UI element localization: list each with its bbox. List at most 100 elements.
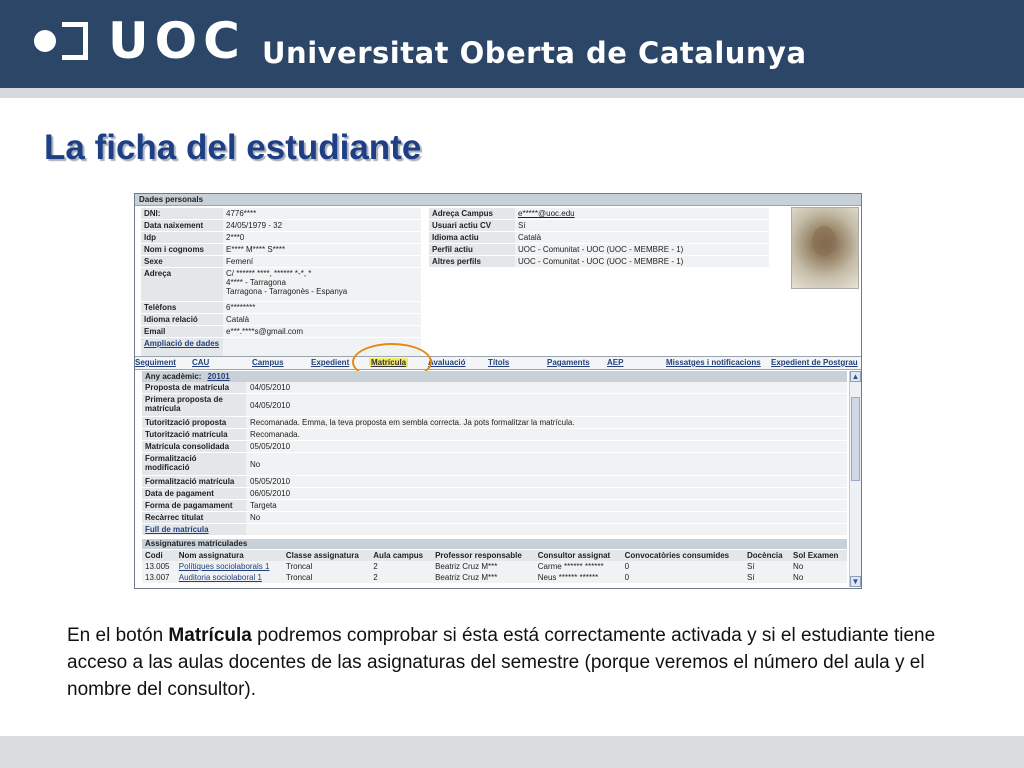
header-divider [0, 88, 1024, 98]
any-academic-value[interactable]: 20101 [207, 372, 229, 381]
tab-cau[interactable]: CAU [192, 358, 209, 367]
field-label: Proposta de matrícula [142, 382, 246, 393]
field-value: 04/05/2010 [246, 394, 847, 416]
field-value: Recomanada. Emma, la teva proposta em se… [246, 417, 847, 428]
uoc-logo-box [62, 22, 88, 60]
table-cell: Sí [744, 572, 791, 583]
assignatures-header: Assignatures matriculades [142, 539, 847, 549]
tab-expedient-de-postgrau[interactable]: Expedient de Postgrau [771, 358, 858, 367]
subject-link[interactable]: Auditoria sociolaboral 1 [175, 572, 283, 583]
field-value: e***.****s@gmail.com [223, 326, 421, 337]
field-label[interactable]: Full de matrícula [142, 524, 246, 535]
field-value: UOC - Comunitat - UOC (UOC - MEMBRE - 1) [515, 256, 769, 267]
matricula-row: Tutorització matrícula Recomanada. [142, 429, 847, 441]
slide-footer [0, 736, 1024, 768]
personal-data-row: Email e***.****s@gmail.com [141, 326, 421, 338]
field-label: Telèfons [141, 302, 223, 313]
matricula-row: Primera proposta de matrícula 04/05/2010 [142, 394, 847, 417]
table-cell: No [790, 561, 847, 572]
field-label: Nom i cognoms [141, 244, 223, 255]
personal-data-row: Idp 2***0 [141, 232, 421, 244]
personal-data-row: Telèfons 6******** [141, 302, 421, 314]
column-header: Docència [744, 550, 791, 561]
tab-campus[interactable]: Campus [252, 358, 284, 367]
column-header: Nom assignatura [175, 550, 283, 561]
field-value: 04/05/2010 [246, 382, 847, 393]
table-cell: Troncal [282, 561, 371, 572]
field-label: Formalització modificació [142, 453, 246, 475]
scroll-thumb[interactable] [851, 397, 860, 481]
matricula-row: Recàrrec titulat No [142, 512, 847, 524]
field-value: 05/05/2010 [246, 476, 847, 487]
personal-data-left: DNI: 4776**** Data naixement 24/05/1979 - 3… [141, 208, 421, 361]
scroll-down-icon[interactable]: ▼ [850, 576, 861, 587]
field-value: 06/05/2010 [246, 488, 847, 499]
field-value: 2***0 [223, 232, 421, 243]
field-label: Idioma relació [141, 314, 223, 325]
field-label: Sexe [141, 256, 223, 267]
field-label: Tutorització matrícula [142, 429, 246, 440]
field-value: 05/05/2010 [246, 441, 847, 452]
field-label: DNI: [141, 208, 223, 219]
matricula-row: Tutorització proposta Recomanada. Emma, l… [142, 417, 847, 429]
table-row: 13.005 Polítiques sociolaborals 1 Troncal 2… [142, 561, 847, 572]
caption-bold: Matrícula [168, 625, 252, 646]
uoc-institution-name: Universitat Oberta de Catalunya [262, 36, 807, 70]
column-header: Consultor assignat [534, 550, 622, 561]
table-cell: No [790, 572, 847, 583]
field-label: Perfil actiu [429, 244, 515, 255]
field-value: No [246, 512, 847, 523]
field-label: Data de pagament [142, 488, 246, 499]
any-academic-label: Any acadèmic: [145, 372, 202, 381]
matricula-row: Formalització matrícula 05/05/2010 [142, 476, 847, 488]
tab-expedient[interactable]: Expedient [311, 358, 349, 367]
field-value: Femení [223, 256, 421, 267]
campus-data-row: Adreça Campus e*****@uoc.edu [429, 208, 769, 220]
personal-data-row: DNI: 4776**** [141, 208, 421, 220]
tab-missatges-i-notificacions[interactable]: Missatges i notificacions [666, 358, 761, 367]
field-value: 4776**** [223, 208, 421, 219]
field-value: C/ ****** ****, ****** *-*, * 4**** - Ta… [223, 268, 421, 301]
table-cell: 2 [370, 561, 433, 572]
dades-personals-header: Dades personals [135, 194, 861, 206]
column-header: Convocatòries consumides [621, 550, 744, 561]
field-value: No [246, 453, 847, 475]
field-label: Email [141, 326, 223, 337]
field-label: Formalització matrícula [142, 476, 246, 487]
field-value: 6******** [223, 302, 421, 313]
personal-data-row: Sexe Femení [141, 256, 421, 268]
tab-seguiment[interactable]: Seguiment [135, 358, 176, 367]
table-cell: Carme ****** ****** [534, 561, 622, 572]
table-cell: 0 [621, 561, 744, 572]
table-cell: 2 [370, 572, 433, 583]
campus-data-row: Usuari actiu CV Sí [429, 220, 769, 232]
personal-data-row: Adreça C/ ****** ****, ****** *-*, * 4***… [141, 268, 421, 302]
personal-data-row: Data naixement 24/05/1979 - 32 [141, 220, 421, 232]
matricula-row: Full de matrícula [142, 524, 847, 536]
matricula-panel: Any acadèmic: 20101 Proposta de matrícula… [142, 371, 847, 536]
matricula-row: Forma de pagamament Targeta [142, 500, 847, 512]
tab-t-tols[interactable]: Títols [488, 358, 509, 367]
field-label: Adreça Campus [429, 208, 515, 219]
matricula-row: Matrícula consolidada 05/05/2010 [142, 441, 847, 453]
subject-link[interactable]: Polítiques sociolaborals 1 [175, 561, 283, 572]
tab-aep[interactable]: AEP [607, 358, 623, 367]
caption-pre: En el botón [67, 625, 169, 646]
field-value: E**** M**** S**** [223, 244, 421, 255]
matricula-row: Data de pagament 06/05/2010 [142, 488, 847, 500]
field-value: Targeta [246, 500, 847, 511]
field-label: Data naixement [141, 220, 223, 231]
field-label: Idp [141, 232, 223, 243]
scroll-up-icon[interactable]: ▲ [850, 371, 861, 382]
column-header: Sol Examen [790, 550, 847, 561]
column-header: Codi [142, 550, 176, 561]
tab-avaluaci-[interactable]: Avaluació [428, 358, 466, 367]
uoc-header-bar: UOC Universitat Oberta de Catalunya [0, 0, 1024, 88]
field-value[interactable]: e*****@uoc.edu [515, 208, 769, 219]
field-label: Forma de pagamament [142, 500, 246, 511]
field-value: Recomanada. [246, 429, 847, 440]
table-cell: 13.007 [142, 572, 176, 583]
tab-pagaments[interactable]: Pagaments [547, 358, 590, 367]
table-row: 13.007 Auditoria sociolaboral 1 Troncal 2 Be… [142, 572, 847, 583]
matricula-scrollbar[interactable]: ▲ ▼ [849, 371, 861, 587]
